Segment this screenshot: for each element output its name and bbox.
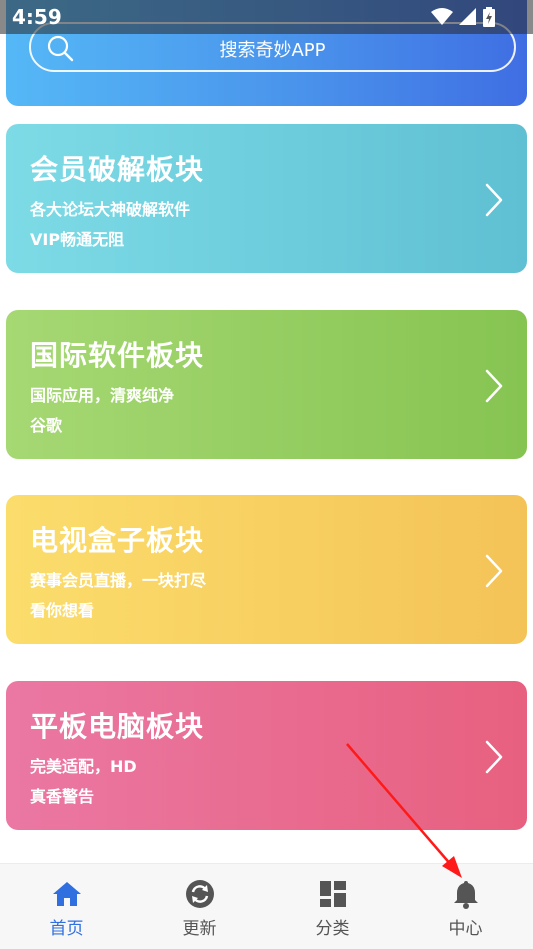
chevron-right-icon — [485, 183, 503, 217]
card-tv-box[interactable]: 电视盒子板块 赛事会员直播，一块打尽 看你想看 — [6, 495, 527, 644]
nav-item-home[interactable]: 首页 — [0, 864, 133, 949]
card-subtitle: 完美适配，HD — [30, 757, 137, 776]
wifi-icon — [431, 8, 453, 25]
status-time: 4:59 — [12, 5, 62, 29]
card-subtitle: 赛事会员直播，一块打尽 — [30, 571, 207, 590]
chevron-right-icon — [485, 740, 503, 774]
nav-label-home: 首页 — [49, 919, 84, 939]
chevron-right-icon — [485, 369, 503, 403]
nav-label-category: 分类 — [315, 919, 350, 939]
bell-icon — [453, 881, 478, 909]
card-title: 会员破解板块 — [30, 153, 205, 186]
cell-signal-icon — [459, 8, 476, 25]
card-subtitle: 各大论坛大神破解软件 — [30, 200, 191, 219]
card-title: 电视盒子板块 — [30, 524, 205, 557]
card-title: 国际软件板块 — [30, 339, 205, 372]
status-bar: 4:59 — [0, 0, 533, 34]
card-subtitle-2: 真香警告 — [30, 787, 95, 806]
card-vip-crack[interactable]: 会员破解板块 各大论坛大神破解软件 VIP畅通无阻 — [6, 124, 527, 273]
nav-label-update: 更新 — [182, 919, 217, 939]
card-subtitle: 国际应用，清爽纯净 — [30, 386, 175, 405]
card-title: 平板电脑板块 — [30, 710, 205, 743]
card-international-software[interactable]: 国际软件板块 国际应用，清爽纯净 谷歌 — [6, 310, 527, 459]
nav-label-center: 中心 — [448, 919, 483, 939]
card-subtitle-2: 谷歌 — [30, 416, 63, 435]
annotation-arrow-icon — [346, 743, 462, 878]
status-icons — [431, 7, 495, 27]
card-subtitle-2: VIP畅通无阻 — [30, 230, 125, 249]
battery-icon — [483, 7, 495, 27]
refresh-icon — [185, 880, 214, 908]
chevron-right-icon — [485, 554, 503, 588]
home-icon — [52, 882, 81, 906]
card-subtitle-2: 看你想看 — [30, 601, 95, 620]
grid-icon — [319, 881, 346, 907]
nav-item-update[interactable]: 更新 — [133, 864, 266, 949]
search-placeholder: 搜索奇妙APP — [219, 40, 326, 61]
